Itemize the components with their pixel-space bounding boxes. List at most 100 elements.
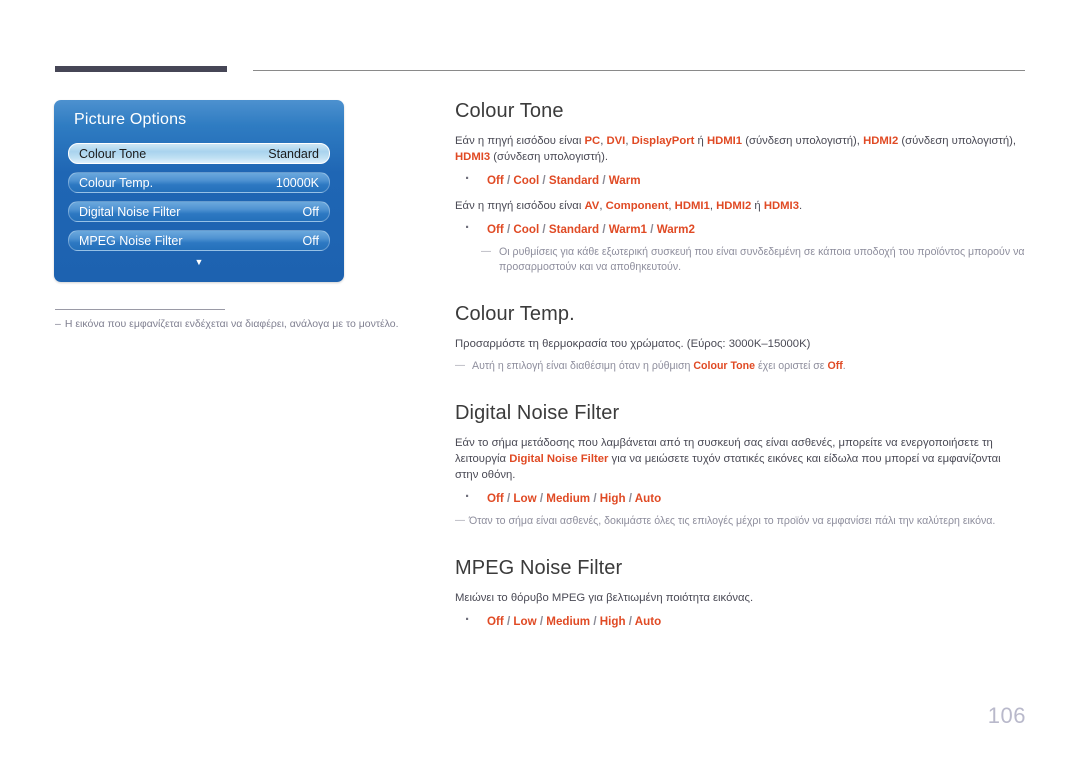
option-value: Cool: [513, 174, 540, 187]
option-value: Off: [487, 223, 504, 236]
chevron-down-icon[interactable]: ▼: [54, 258, 344, 267]
text-fragment: (σύνδεση υπολογιστή).: [490, 151, 608, 163]
term-dvi: DVI: [606, 135, 626, 147]
manual-page: { "page": { "number": "106" }, "osd": { …: [0, 0, 1080, 763]
term-displayport: DisplayPort: [631, 135, 695, 147]
note-digital-noise-filter: Όταν το σήμα είναι ασθενές, δοκιμάστε όλ…: [455, 513, 1025, 529]
text-fragment: .: [842, 360, 846, 372]
option-separator: /: [625, 492, 635, 505]
option-separator: /: [599, 174, 609, 187]
osd-row-colour-temp[interactable]: Colour Temp. 10000K: [68, 172, 330, 193]
osd-row-digital-noise-filter[interactable]: Digital Noise Filter Off: [68, 201, 330, 222]
option-separator: /: [503, 223, 514, 236]
left-note-rule: [55, 309, 225, 310]
term-colour-tone: Colour Tone: [693, 360, 755, 372]
osd-menu-list: Colour Tone Standard Colour Temp. 10000K…: [68, 143, 330, 259]
osd-row-value: Standard: [268, 146, 319, 161]
option-value: Warm: [608, 174, 641, 187]
list-item: Off / Low / Medium / High / Auto: [463, 488, 1025, 507]
option-value: Medium: [546, 492, 591, 505]
section-title: MPEG Noise Filter: [455, 557, 623, 579]
list-item: Off / Cool / Standard / Warm: [463, 170, 1025, 189]
osd-row-label: Colour Tone: [79, 146, 147, 161]
list-item: Off / Cool / Standard / Warm1 / Warm2: [463, 219, 1025, 238]
paragraph-input-source-av: Εάν η πηγή εισόδου είναι AV, Component, …: [455, 198, 1025, 214]
option-separator: /: [539, 223, 549, 236]
note-colour-temp: Αυτή η επιλογή είναι διαθέσιμη όταν η ρύ…: [455, 358, 1025, 374]
header-rule: [253, 70, 1025, 71]
option-value: Medium: [546, 615, 591, 628]
note-text: Οι ρυθμίσεις για κάθε εξωτερική συσκευή …: [499, 246, 1025, 273]
section-colour-temp: Colour Temp. Προσαρμόστε τη θερμοκρασία …: [455, 301, 1025, 374]
section-digital-noise-filter: Digital Noise Filter Εάν το σήμα μετάδοσ…: [455, 400, 1025, 529]
left-footnote-text: Η εικόνα που εμφανίζεται ενδέχεται να δι…: [64, 318, 399, 330]
option-list-digital-noise-filter: Off / Low / Medium / High / Auto: [455, 488, 1025, 507]
text-fragment: Εάν η πηγή εισόδου είναι: [455, 200, 585, 212]
option-list-mpeg-noise-filter: Off / Low / Medium / High / Auto: [455, 611, 1025, 630]
term-pc: PC: [584, 135, 601, 147]
osd-row-value: 10000K: [275, 175, 319, 190]
note-text: Όταν το σήμα είναι ασθενές, δοκιμάστε όλ…: [469, 515, 996, 527]
option-value: Auto: [634, 492, 662, 505]
osd-row-value: Off: [302, 233, 319, 248]
option-separator: /: [503, 174, 514, 187]
text-fragment: Εάν η πηγή εισόδου είναι: [455, 135, 585, 147]
option-list-colour-tone-av: Off / Cool / Standard / Warm1 / Warm2: [455, 219, 1025, 238]
term-component: Component: [605, 200, 669, 212]
option-value: Warm1: [608, 223, 648, 236]
text-fragment: έχει οριστεί σε: [755, 360, 828, 372]
text-fragment: ή: [751, 200, 764, 212]
osd-menu-panel: Picture Options Colour Tone Standard Col…: [54, 100, 344, 282]
term-off: Off: [827, 360, 843, 372]
page-number: 106: [987, 703, 1026, 728]
option-value: Standard: [548, 174, 600, 187]
option-value: Off: [487, 492, 504, 505]
text-fragment: .: [798, 200, 803, 212]
option-separator: /: [625, 615, 635, 628]
option-value: High: [599, 615, 626, 628]
term-hdmi2: HDMI2: [863, 135, 899, 147]
section-mpeg-noise-filter: MPEG Noise Filter Μειώνει το θόρυβο MPEG…: [455, 555, 1025, 630]
text-fragment: Αυτή η επιλογή είναι διαθέσιμη όταν η ρύ…: [472, 360, 694, 372]
osd-menu-title: Picture Options: [74, 111, 187, 128]
section-colour-tone: Colour Tone Εάν η πηγή εισόδου είναι PC,…: [455, 98, 1025, 275]
option-separator: /: [503, 615, 514, 628]
option-value: Cool: [513, 223, 540, 236]
term-hdmi3: HDMI3: [455, 151, 491, 163]
list-item: Off / Low / Medium / High / Auto: [463, 611, 1025, 630]
option-value: High: [599, 492, 626, 505]
option-separator: /: [536, 492, 547, 505]
term-hdmi1: HDMI1: [674, 200, 710, 212]
option-separator: /: [647, 223, 657, 236]
text-fragment: ή: [694, 135, 707, 147]
osd-row-mpeg-noise-filter[interactable]: MPEG Noise Filter Off: [68, 230, 330, 251]
osd-row-label: Colour Temp.: [79, 175, 154, 190]
osd-row-label: Digital Noise Filter: [79, 204, 181, 219]
paragraph-digital-noise-filter: Εάν το σήμα μετάδοσης που λαμβάνεται από…: [455, 435, 1025, 483]
option-list-colour-tone-pc: Off / Cool / Standard / Warm: [455, 170, 1025, 189]
note-colour-tone: Οι ρυθμίσεις για κάθε εξωτερική συσκευή …: [467, 244, 1025, 275]
option-value: Off: [487, 174, 504, 187]
option-value: Warm2: [656, 223, 695, 236]
option-value: Auto: [634, 615, 662, 628]
term-hdmi2: HDMI2: [716, 200, 752, 212]
term-hdmi1: HDMI1: [706, 135, 743, 147]
text-fragment: (σύνδεση υπολογιστή),: [742, 135, 864, 147]
left-footnote: – Η εικόνα που εμφανίζεται ενδέχεται να δ…: [55, 317, 435, 331]
paragraph-input-source-pc: Εάν η πηγή εισόδου είναι PC, DVI, Displa…: [455, 133, 1025, 165]
section-title: Digital Noise Filter: [455, 402, 620, 424]
term-av: AV: [584, 200, 600, 212]
paragraph-colour-temp: Προσαρμόστε τη θερμοκρασία του χρώματος.…: [455, 338, 811, 350]
option-separator: /: [590, 615, 600, 628]
header-accent-bar: [55, 66, 227, 72]
option-separator: /: [536, 615, 547, 628]
option-separator: /: [599, 223, 609, 236]
osd-row-colour-tone[interactable]: Colour Tone Standard: [68, 143, 330, 164]
option-separator: /: [590, 492, 600, 505]
dash-marker: –: [55, 318, 61, 330]
text-fragment: (σύνδεση υπολογιστή),: [898, 135, 1017, 147]
osd-row-label: MPEG Noise Filter: [79, 233, 183, 248]
section-title: Colour Tone: [455, 100, 564, 122]
paragraph-mpeg-noise-filter: Μειώνει το θόρυβο MPEG για βελτιωμένη πο…: [455, 592, 754, 604]
option-separator: /: [503, 492, 514, 505]
